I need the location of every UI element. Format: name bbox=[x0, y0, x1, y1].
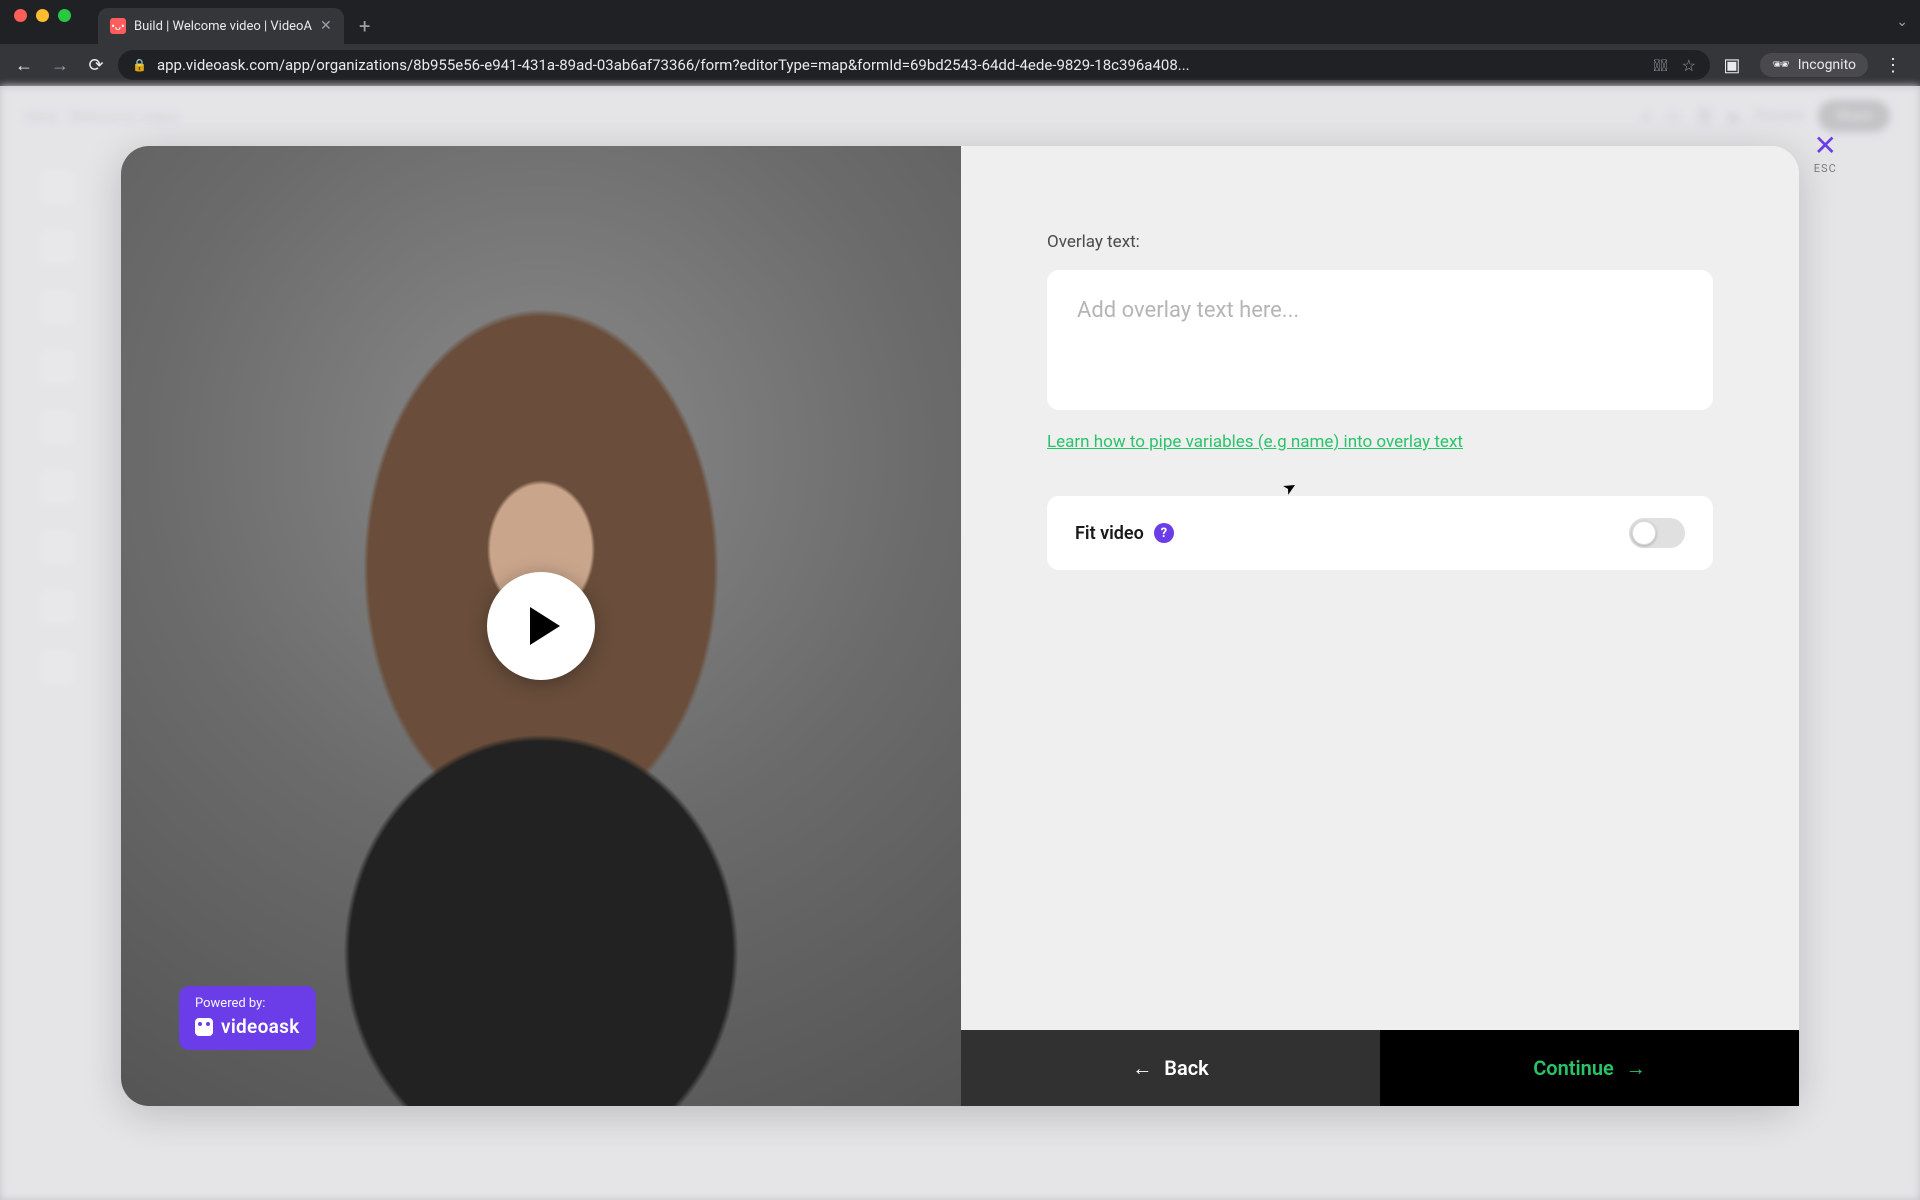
macos-zoom-button[interactable] bbox=[58, 9, 71, 22]
nav-back-button[interactable]: ← bbox=[10, 55, 38, 76]
continue-button[interactable]: Continue → bbox=[1380, 1030, 1799, 1106]
browser-tab-active[interactable]: •ᴗ• Build | Welcome video | VideoA ✕ bbox=[98, 8, 344, 44]
macos-close-button[interactable] bbox=[14, 9, 27, 22]
overlay-text-label: Overlay text: bbox=[1047, 232, 1713, 252]
url-text: app.videoask.com/app/organizations/8b955… bbox=[157, 56, 1643, 74]
nav-forward-button[interactable]: → bbox=[46, 55, 74, 76]
favicon-icon: •ᴗ• bbox=[110, 18, 126, 34]
fit-video-label: Fit video bbox=[1075, 523, 1144, 544]
arrow-right-icon: → bbox=[1626, 1056, 1646, 1081]
browser-menu-icon[interactable]: ⋮ bbox=[1876, 55, 1910, 76]
fit-video-toggle[interactable] bbox=[1629, 518, 1685, 548]
side-panel-icon[interactable]: ▣ bbox=[1718, 55, 1746, 76]
address-bar[interactable]: 🔒 app.videoask.com/app/organizations/8b9… bbox=[118, 50, 1710, 80]
toggle-knob bbox=[1632, 521, 1656, 545]
incognito-label: Incognito bbox=[1798, 57, 1856, 73]
modal-footer: ← Back Continue → bbox=[961, 1030, 1799, 1106]
continue-button-label: Continue bbox=[1533, 1056, 1614, 1080]
tab-title: Build | Welcome video | VideoA bbox=[134, 19, 312, 34]
modal-overlay: ✕ ESC Powered by: videoask Overlay text:… bbox=[0, 86, 1920, 1200]
tab-close-icon[interactable]: ✕ bbox=[320, 18, 332, 34]
pipe-variables-help-link[interactable]: Learn how to pipe variables (e.g name) i… bbox=[1047, 432, 1713, 452]
incognito-icon: 🕶 bbox=[1772, 57, 1790, 73]
close-button[interactable]: ✕ ESC bbox=[1814, 132, 1837, 175]
close-icon: ✕ bbox=[1814, 132, 1837, 160]
powered-by-badge[interactable]: Powered by: videoask bbox=[179, 986, 316, 1050]
macos-minimize-button[interactable] bbox=[36, 9, 49, 22]
tracking-blocked-icon[interactable]: 👁̸ bbox=[1653, 56, 1667, 75]
incognito-badge[interactable]: 🕶 Incognito bbox=[1760, 53, 1868, 77]
fit-video-help-icon[interactable]: ? bbox=[1154, 523, 1174, 543]
close-esc-label: ESC bbox=[1814, 162, 1837, 175]
back-button-label: Back bbox=[1164, 1056, 1208, 1080]
videoask-logo-icon bbox=[195, 1018, 213, 1036]
arrow-left-icon: ← bbox=[1132, 1056, 1152, 1081]
video-preview-panel: Powered by: videoask bbox=[121, 146, 961, 1106]
nav-reload-button[interactable]: ⟳ bbox=[82, 55, 110, 76]
bookmark-star-icon[interactable]: ☆ bbox=[1682, 56, 1696, 75]
powered-by-brand: videoask bbox=[221, 1015, 300, 1038]
fit-video-row: Fit video ? bbox=[1047, 496, 1713, 570]
browser-tab-strip: •ᴗ• Build | Welcome video | VideoA ✕ + ⌄ bbox=[0, 0, 1920, 44]
browser-toolbar: ← → ⟳ 🔒 app.videoask.com/app/organizatio… bbox=[0, 44, 1920, 86]
settings-panel: Overlay text: Learn how to pipe variable… bbox=[961, 146, 1799, 1106]
editor-modal: Powered by: videoask Overlay text: Learn… bbox=[121, 146, 1799, 1106]
overlay-text-input[interactable] bbox=[1047, 270, 1713, 410]
play-button[interactable] bbox=[487, 572, 595, 680]
lock-icon: 🔒 bbox=[132, 58, 147, 72]
powered-by-label: Powered by: bbox=[195, 996, 300, 1011]
tab-overflow-icon[interactable]: ⌄ bbox=[1896, 14, 1908, 30]
back-button[interactable]: ← Back bbox=[961, 1030, 1380, 1106]
new-tab-button[interactable]: + bbox=[350, 11, 380, 41]
